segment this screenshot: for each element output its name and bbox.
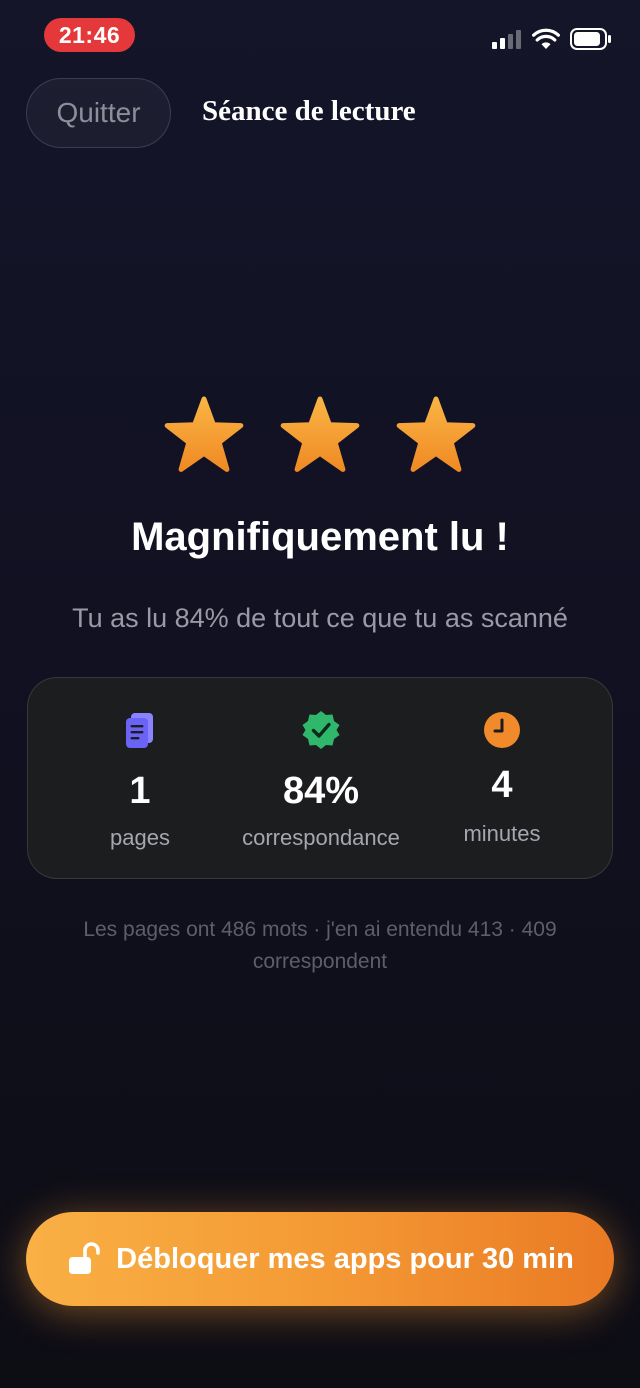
stat-match-label: correspondance xyxy=(242,825,400,850)
result-headline: Magnifiquement lu ! xyxy=(131,515,509,559)
stat-pages-value: 1 xyxy=(129,770,151,812)
wifi-icon xyxy=(532,28,560,49)
cellular-signal-icon xyxy=(492,30,521,49)
verified-badge-icon xyxy=(302,711,340,749)
stat-minutes: 4 minutes xyxy=(442,678,562,878)
unlock-apps-button[interactable]: Débloquer mes apps pour 30 min xyxy=(26,1212,614,1306)
stat-minutes-value: 4 xyxy=(491,764,513,806)
unlock-apps-label: Débloquer mes apps pour 30 min xyxy=(116,1242,574,1275)
stat-pages-label: pages xyxy=(110,825,170,850)
stat-minutes-label: minutes xyxy=(463,821,541,846)
status-time: 21:46 xyxy=(44,18,135,52)
stat-pages: 1 pages xyxy=(80,678,200,878)
pages-icon xyxy=(126,713,153,748)
star-icon xyxy=(280,396,360,472)
result-subline: Tu as lu 84% de tout ce que tu as scanné xyxy=(72,603,568,633)
status-icons xyxy=(492,26,612,52)
stats-card: 1 pages 84% correspondance 4 minutes xyxy=(27,677,613,879)
star-icon xyxy=(164,396,244,472)
rating-stars xyxy=(0,394,640,476)
star-icon xyxy=(396,396,476,472)
word-count-note: Les pages ont 486 mots · j'en ai entendu… xyxy=(83,918,557,973)
stat-match: 84% correspondance xyxy=(221,678,421,878)
unlock-icon xyxy=(69,1242,100,1274)
stat-match-value: 84% xyxy=(282,770,360,812)
page-title: Séance de lecture xyxy=(202,95,416,127)
clock-icon xyxy=(484,712,520,748)
quit-button[interactable]: Quitter xyxy=(26,78,171,148)
battery-icon xyxy=(570,28,611,50)
